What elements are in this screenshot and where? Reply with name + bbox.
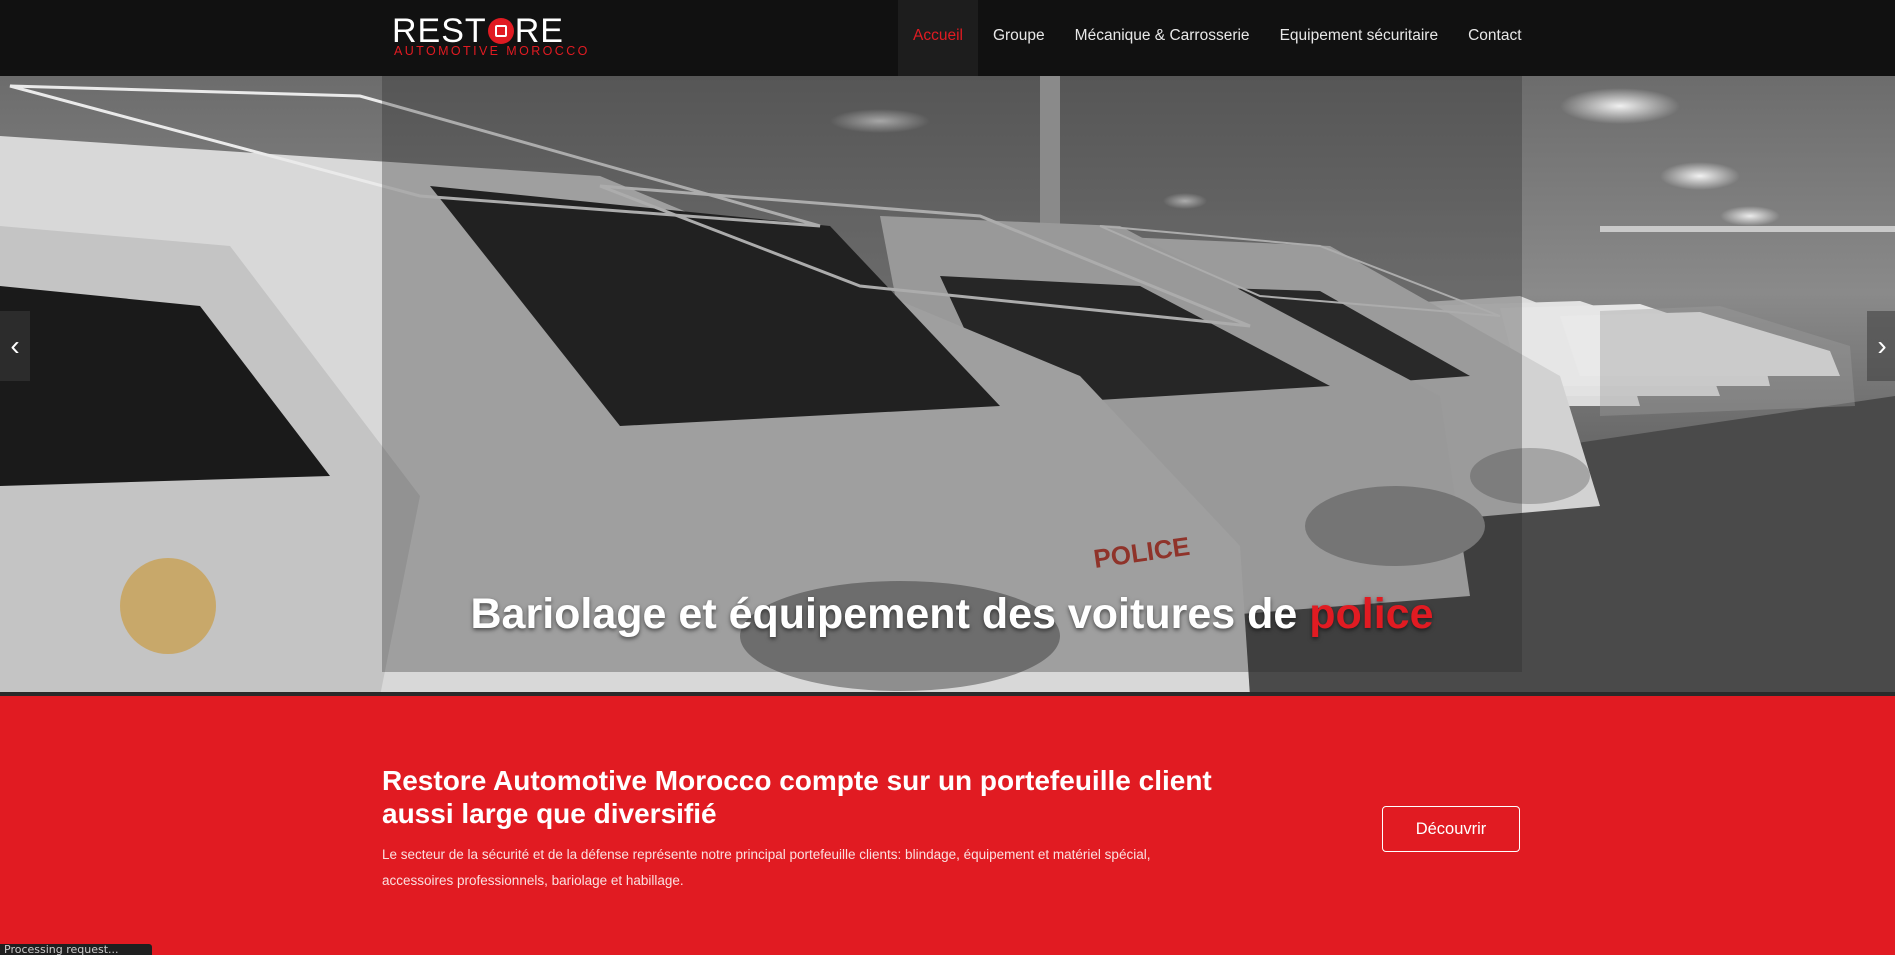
hero-slider: POLICE Bariolage et équipement des voitu…	[0, 76, 1895, 696]
hero-title-main: Bariolage et équipement des voitures de	[470, 590, 1310, 638]
nav-item-groupe[interactable]: Groupe	[978, 0, 1060, 76]
hero-title: Bariolage et équipement des voitures de …	[382, 588, 1522, 640]
chevron-left-icon: ‹	[10, 330, 20, 361]
nav-item-contact[interactable]: Contact	[1453, 0, 1536, 76]
promo-title: Restore Automotive Morocco compte sur un…	[382, 765, 1212, 829]
hero-title-highlight: police	[1309, 590, 1434, 638]
slider-next-button[interactable]: ›	[1867, 311, 1895, 381]
browser-status-bar: Processing request...	[0, 944, 152, 955]
gear-shift-icon	[487, 18, 514, 44]
logo-subtitle: AUTOMOTIVE MOROCCO	[394, 44, 590, 58]
nav-item-mecanique-carrosserie[interactable]: Mécanique & Carrosserie	[1060, 0, 1265, 76]
decouvrir-button[interactable]: Découvrir	[1382, 806, 1520, 852]
hero-caption-overlay	[382, 76, 1522, 672]
promo-description: Le secteur de la sécurité et de la défen…	[382, 847, 1151, 888]
restore-logo[interactable]: REST RE AUTOMOTIVE MOROCCO	[392, 14, 592, 58]
chevron-right-icon: ›	[1877, 330, 1887, 361]
logo-wordmark: REST RE	[392, 12, 564, 50]
slider-prev-button[interactable]: ‹	[0, 311, 30, 381]
hero-divider	[0, 692, 1895, 696]
ceiling-beam	[1600, 226, 1895, 232]
police-emblem	[120, 558, 216, 654]
nav-item-accueil[interactable]: Accueil	[898, 0, 978, 76]
top-navigation-bar: REST RE AUTOMOTIVE MOROCCO Accueil Groupe…	[0, 0, 1895, 76]
nav-item-equipement-securitaire[interactable]: Equipement sécuritaire	[1265, 0, 1454, 76]
main-nav: Accueil Groupe Mécanique & Carrosserie E…	[898, 0, 1537, 76]
